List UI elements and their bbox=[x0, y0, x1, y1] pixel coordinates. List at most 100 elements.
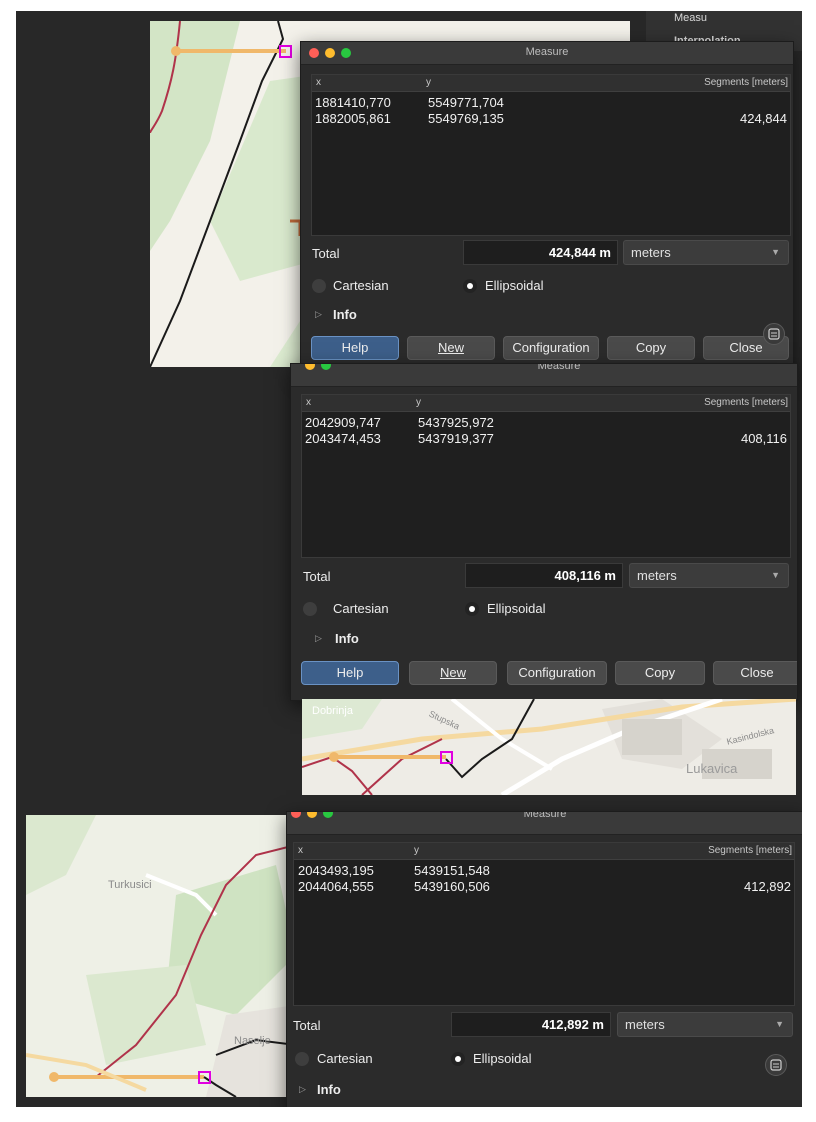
map-canvas-middle[interactable]: Dobrinja Stupska Lukavica Kasindolska bbox=[302, 699, 796, 795]
new-button-label: New bbox=[439, 665, 466, 680]
col-segments[interactable]: Segments [meters] bbox=[704, 397, 788, 408]
cell-y: 5437919,377 bbox=[418, 431, 494, 446]
table-header: x y Segments [meters] bbox=[294, 843, 794, 860]
total-value: 408,116 m bbox=[465, 563, 623, 588]
table-row[interactable]: 2043474,453 5437919,377 408,116 bbox=[302, 431, 790, 446]
ellipsoidal-label[interactable]: Ellipsoidal bbox=[473, 1051, 532, 1066]
float-panel-icon[interactable] bbox=[765, 1054, 787, 1076]
cell-y: 5549769,135 bbox=[428, 111, 504, 126]
measure-window-3: Measure x y Segments [meters] 2043493,19… bbox=[286, 811, 802, 1107]
ellipsoidal-radio[interactable] bbox=[463, 279, 477, 293]
chevron-down-icon: ▼ bbox=[775, 1019, 784, 1029]
help-button[interactable]: Help bbox=[301, 661, 399, 685]
screenshot-canvas: Measu Interpolation Measure x y Segments… bbox=[16, 11, 802, 1107]
table-row[interactable]: 1882005,861 5549769,135 424,844 bbox=[312, 111, 790, 126]
cartesian-label[interactable]: Cartesian bbox=[333, 278, 389, 293]
new-button-label: New bbox=[437, 340, 464, 355]
table-header: x y Segments [meters] bbox=[302, 395, 790, 412]
cell-y: 5439160,506 bbox=[414, 879, 490, 894]
col-segments[interactable]: Segments [meters] bbox=[708, 845, 792, 856]
map-label-lukavica: Lukavica bbox=[686, 761, 738, 776]
new-button[interactable]: New bbox=[409, 661, 497, 685]
table-row[interactable]: 2042909,747 5437925,972 bbox=[302, 415, 790, 430]
cartesian-radio[interactable] bbox=[312, 279, 326, 293]
cell-y: 5439151,548 bbox=[414, 863, 490, 878]
titlebar[interactable]: Measure bbox=[287, 812, 802, 835]
info-toggle[interactable]: Info bbox=[335, 631, 359, 646]
cartesian-label[interactable]: Cartesian bbox=[333, 601, 389, 616]
ellipsoidal-radio[interactable] bbox=[451, 1052, 465, 1066]
total-label: Total bbox=[293, 1018, 321, 1033]
unit-select[interactable]: meters ▼ bbox=[629, 563, 789, 588]
titlebar[interactable]: Measure bbox=[301, 42, 793, 65]
table-row[interactable]: 2043493,195 5439151,548 bbox=[294, 863, 794, 878]
cell-x: 2043493,195 bbox=[298, 863, 374, 878]
total-value: 424,844 m bbox=[463, 240, 618, 265]
info-toggle[interactable]: Info bbox=[333, 307, 357, 322]
table-header: x y Segments [meters] bbox=[312, 75, 790, 92]
copy-button[interactable]: Copy bbox=[607, 336, 695, 360]
window-title: Measure bbox=[525, 46, 569, 58]
map-middle-graphics bbox=[302, 699, 796, 795]
cell-seg: 412,892 bbox=[744, 879, 791, 894]
map-bottom-graphics bbox=[26, 815, 296, 1097]
measure-table[interactable]: x y Segments [meters] 1881410,770 554977… bbox=[311, 74, 791, 236]
unit-value: meters bbox=[637, 568, 677, 583]
col-x[interactable]: x bbox=[298, 845, 303, 856]
vertex-marker-icon[interactable] bbox=[279, 45, 292, 58]
configuration-button[interactable]: Configuration bbox=[503, 336, 599, 360]
measure-window-1: Measure x y Segments [meters] 1881410,77… bbox=[300, 41, 794, 373]
vertex-marker-icon[interactable] bbox=[440, 751, 453, 764]
cartesian-label[interactable]: Cartesian bbox=[317, 1051, 373, 1066]
help-button[interactable]: Help bbox=[311, 336, 399, 360]
close-button[interactable]: Close bbox=[713, 661, 797, 685]
cartesian-radio[interactable] bbox=[295, 1052, 309, 1066]
cell-seg: 408,116 bbox=[740, 431, 787, 446]
cell-x: 2043474,453 bbox=[305, 431, 381, 446]
cell-x: 1881410,770 bbox=[315, 95, 391, 110]
col-y[interactable]: y bbox=[416, 397, 421, 408]
unit-select[interactable]: meters ▼ bbox=[623, 240, 789, 265]
float-panel-icon[interactable] bbox=[763, 323, 785, 345]
table-row[interactable]: 1881410,770 5549771,704 bbox=[312, 95, 790, 110]
unit-select[interactable]: meters ▼ bbox=[617, 1012, 793, 1037]
disclosure-triangle-icon[interactable]: ▷ bbox=[315, 633, 322, 644]
total-label: Total bbox=[312, 246, 340, 261]
col-y[interactable]: y bbox=[414, 845, 419, 856]
col-segments[interactable]: Segments [meters] bbox=[704, 77, 788, 88]
cell-y: 5549771,704 bbox=[428, 95, 504, 110]
map-label-turkusici: Turkusici bbox=[108, 879, 152, 891]
new-button[interactable]: New bbox=[407, 336, 495, 360]
col-x[interactable]: x bbox=[316, 77, 321, 88]
total-label: Total bbox=[303, 569, 331, 584]
cell-x: 1882005,861 bbox=[315, 111, 391, 126]
cell-x: 2042909,747 bbox=[305, 415, 381, 430]
measure-window-2: Measure x y Segments [meters] 2042909,74… bbox=[290, 363, 798, 701]
col-x[interactable]: x bbox=[306, 397, 311, 408]
chevron-down-icon: ▼ bbox=[771, 570, 780, 580]
disclosure-triangle-icon[interactable]: ▷ bbox=[315, 309, 322, 320]
ellipsoidal-label[interactable]: Ellipsoidal bbox=[485, 278, 544, 293]
unit-value: meters bbox=[625, 1017, 665, 1032]
ellipsoidal-radio[interactable] bbox=[465, 602, 479, 616]
copy-button[interactable]: Copy bbox=[615, 661, 705, 685]
panel-item-1: Measu bbox=[674, 12, 708, 24]
minimize-window-icon[interactable] bbox=[305, 364, 315, 370]
titlebar[interactable]: Measure bbox=[291, 364, 797, 387]
window-title: Measure bbox=[523, 811, 567, 820]
ellipsoidal-label[interactable]: Ellipsoidal bbox=[487, 601, 546, 616]
disclosure-triangle-icon[interactable]: ▷ bbox=[299, 1084, 306, 1095]
col-y[interactable]: y bbox=[426, 77, 431, 88]
vertex-marker-icon[interactable] bbox=[198, 1071, 211, 1084]
measure-table[interactable]: x y Segments [meters] 2043493,195 543915… bbox=[293, 842, 795, 1006]
window-title: Measure bbox=[537, 363, 581, 372]
cell-x: 2044064,555 bbox=[298, 879, 374, 894]
map-canvas-bottom[interactable]: Turkusici Naselje bbox=[26, 815, 296, 1097]
chevron-down-icon: ▼ bbox=[771, 247, 780, 257]
cartesian-radio[interactable] bbox=[303, 602, 317, 616]
table-row[interactable]: 2044064,555 5439160,506 412,892 bbox=[294, 879, 794, 894]
configuration-button[interactable]: Configuration bbox=[507, 661, 607, 685]
measure-table[interactable]: x y Segments [meters] 2042909,747 543792… bbox=[301, 394, 791, 558]
total-value: 412,892 m bbox=[451, 1012, 611, 1037]
info-toggle[interactable]: Info bbox=[317, 1082, 341, 1097]
